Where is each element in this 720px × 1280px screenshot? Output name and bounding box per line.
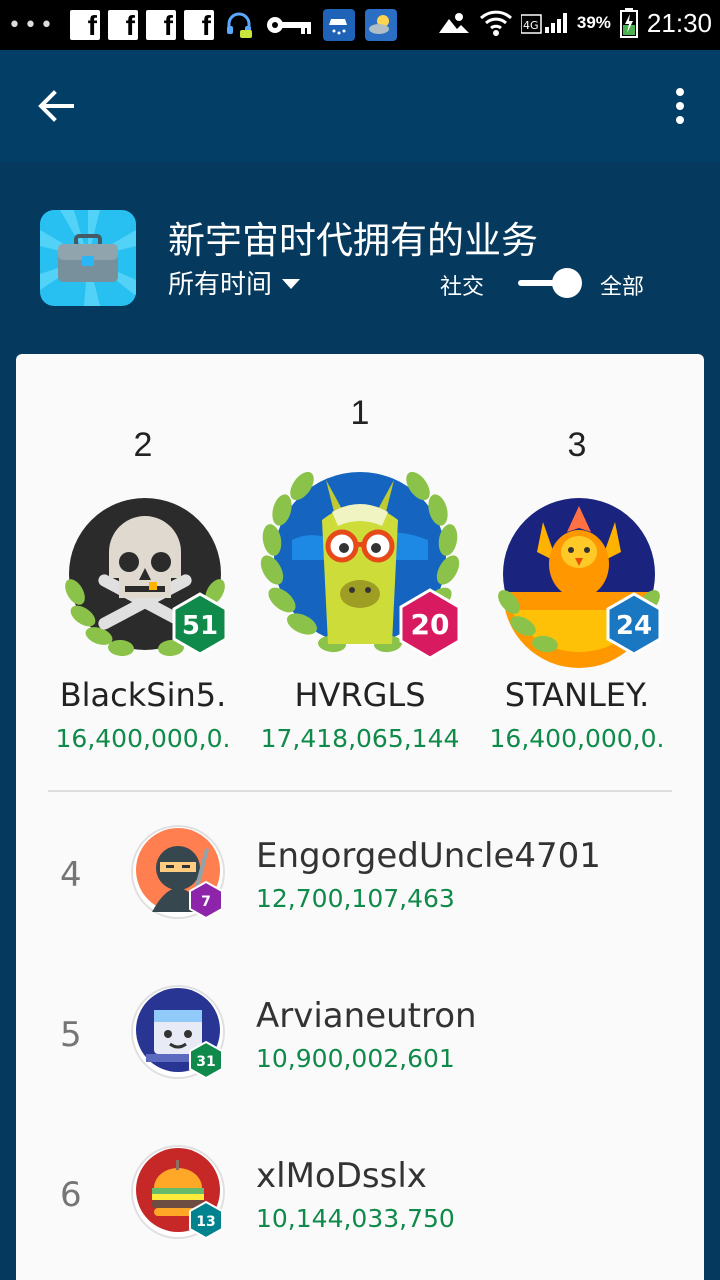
burger-avatar: 13: [130, 1144, 226, 1240]
player-name: EngorgedUncle4701: [256, 836, 601, 876]
phoenix-avatar: 24: [487, 492, 677, 676]
leaderboard-header: 新宇宙时代拥有的业务 所有时间 社交 全部: [0, 162, 720, 352]
dropdown-arrow-icon: [282, 279, 301, 289]
rank-number: 4: [60, 855, 82, 895]
svg-text:24: 24: [616, 611, 652, 641]
robot-avatar: 31: [130, 984, 226, 1080]
level-badge: 51: [172, 592, 228, 656]
player-score: 17,418,065,144: [260, 724, 460, 753]
podium-entry-2[interactable]: 2 51 BlackSin5. 16,400,000,0.: [43, 354, 243, 774]
svg-text:7: 7: [201, 894, 211, 910]
player-score: 16,400,000,0.: [489, 724, 665, 753]
llama-avatar: 20: [252, 460, 468, 664]
podium-entry-1[interactable]: 1 20 HVRGLS 17,418,065,144: [260, 354, 461, 774]
svg-text:20: 20: [411, 608, 450, 641]
clock: 21:30: [646, 7, 712, 38]
signal-4g-icon: 4G: [520, 6, 569, 40]
battery-charging-icon: [619, 6, 639, 40]
more-vert-icon: [676, 88, 684, 96]
rank-number: 3: [567, 426, 587, 464]
back-button[interactable]: [30, 80, 82, 132]
skull-avatar: 51: [53, 492, 243, 676]
facebook-icon: f: [69, 10, 100, 40]
level-badge: 13: [189, 1200, 223, 1240]
shower-app-icon: [322, 8, 356, 42]
facebook-icon: f: [107, 10, 138, 40]
divider: [48, 790, 672, 792]
rank-number: 2: [133, 426, 153, 464]
level-badge: 20: [399, 588, 461, 660]
time-filter-label: 所有时间: [168, 270, 273, 300]
social-all-toggle[interactable]: [518, 266, 586, 300]
player-name: STANLEY.: [504, 676, 650, 714]
player-score: 12,700,107,463: [256, 884, 455, 913]
leaderboard-row[interactable]: 4 7 EngorgedUncle4701 12,700,107,463: [16, 800, 704, 960]
notification-icons: ••• f f f f: [8, 8, 398, 42]
player-score: 16,400,000,0.: [55, 724, 231, 753]
facebook-icon: f: [145, 10, 176, 40]
player-score: 10,144,033,750: [256, 1204, 455, 1233]
status-bar: ••• f f f f 4G 39% 21:30: [0, 0, 720, 50]
rank-number: 5: [60, 1015, 82, 1055]
all-label: 全部: [600, 275, 645, 300]
wifi-icon: [479, 6, 513, 40]
leaderboard-card: 2 51 BlackSin5. 16,400,000,0. 1 20 HVRGL…: [16, 354, 704, 1280]
rank-number: 1: [350, 394, 370, 432]
level-badge: 31: [189, 1040, 223, 1080]
player-score: 10,900,002,601: [256, 1044, 455, 1073]
ninja-avatar: 7: [130, 824, 226, 920]
headset-icon: [222, 8, 256, 42]
svg-text:31: 31: [196, 1054, 215, 1070]
social-label: 社交: [440, 275, 485, 300]
system-icons: 4G 39% 21:30: [437, 6, 712, 40]
weather-app-icon: [364, 8, 398, 42]
player-name: HVRGLS: [294, 676, 426, 714]
game-title: 新宇宙时代拥有的业务: [168, 219, 538, 262]
svg-text:13: 13: [196, 1214, 215, 1230]
leaderboard-row[interactable]: 5 31 Arvianeutron 10,900,002,601: [16, 960, 704, 1120]
player-name: Arvianeutron: [256, 996, 477, 1036]
level-badge: 24: [606, 592, 662, 656]
battery-percent: 39%: [576, 13, 611, 32]
briefcase-icon: [40, 210, 136, 306]
more-notifications-icon: •••: [8, 12, 56, 38]
level-badge: 7: [189, 880, 223, 920]
key-icon: [264, 8, 314, 42]
svg-text:4G: 4G: [523, 19, 539, 32]
time-filter-dropdown[interactable]: 所有时间: [168, 264, 301, 301]
podium: 2 51 BlackSin5. 16,400,000,0. 1 20 HVRGL…: [16, 354, 704, 774]
podium-entry-3[interactable]: 3 24 STANLEY. 16,400,000,0.: [477, 354, 677, 774]
leaderboard-row[interactable]: 6 13 xlMoDsslx 10,144,033,750: [16, 1120, 704, 1280]
more-options-button[interactable]: [660, 80, 700, 132]
facebook-icon: f: [183, 10, 214, 40]
photos-icon: [437, 6, 471, 40]
player-name: BlackSin5.: [59, 676, 227, 714]
arrow-back-icon: [38, 90, 74, 122]
player-name: xlMoDsslx: [256, 1156, 427, 1196]
app-bar: [0, 50, 720, 162]
svg-text:51: 51: [182, 611, 218, 641]
rank-number: 6: [60, 1175, 82, 1215]
